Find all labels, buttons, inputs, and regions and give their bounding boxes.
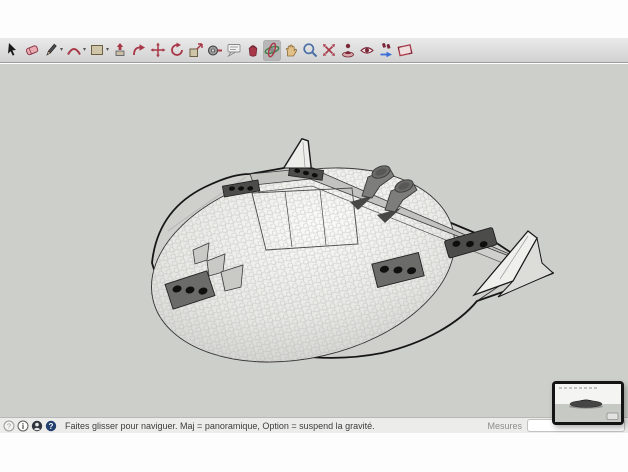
svg-text:?: ? [49, 421, 54, 430]
line-tool[interactable]: ▾ [42, 40, 64, 61]
preview-scene [555, 384, 621, 422]
toolbar: ▾ ▾ ▾ [0, 38, 628, 63]
look-around-tool[interactable] [358, 40, 376, 61]
paint-bucket-icon [245, 42, 261, 58]
eraser-tool[interactable] [23, 40, 41, 61]
position-camera-icon [340, 42, 356, 58]
window-top-area [0, 0, 628, 38]
flyout-caret-icon[interactable]: ▾ [83, 47, 86, 53]
preview-window[interactable] [552, 381, 624, 425]
text-tool[interactable] [225, 40, 243, 61]
saucer-model-drawing [151, 138, 554, 363]
attribution-icon[interactable]: i [17, 420, 29, 432]
zoom-extents-tool[interactable] [320, 40, 338, 61]
scale-icon [188, 42, 204, 58]
scale-tool[interactable] [187, 40, 205, 61]
pan-tool[interactable] [282, 40, 300, 61]
svg-text:?: ? [7, 421, 11, 430]
viewport[interactable] [0, 64, 628, 417]
preview-resize-button[interactable] [606, 412, 619, 420]
push-pull-icon [112, 42, 128, 58]
sketchup-window: ▾ ▾ ▾ ? i ? Faites glisser pour naviguer… [0, 0, 628, 472]
rotate-icon [169, 42, 185, 58]
tape-measure-icon [207, 42, 223, 58]
move-tool[interactable] [149, 40, 167, 61]
pencil-icon [43, 42, 59, 58]
flyout-caret-icon[interactable]: ▾ [106, 47, 109, 53]
rotate-tool[interactable] [168, 40, 186, 61]
orbit-icon [264, 42, 280, 58]
rectangle-icon [89, 42, 105, 58]
text-label-icon [226, 42, 242, 58]
select-tool[interactable] [4, 40, 22, 61]
svg-text:i: i [22, 421, 24, 430]
help-icon[interactable]: ? [45, 420, 57, 432]
window-bottom-area [0, 433, 628, 472]
tape-measure-tool[interactable] [206, 40, 224, 61]
flyout-caret-icon[interactable]: ▾ [60, 47, 63, 53]
select-icon [5, 42, 21, 58]
walk-icon [378, 42, 394, 58]
statusbar: ? i? Faites glisser pour naviguer. Maj = … [0, 417, 628, 433]
eraser-icon [24, 42, 40, 58]
look-around-icon [359, 42, 375, 58]
statusbar-hint: Faites glisser pour naviguer. Maj = pano… [65, 420, 375, 431]
fin-top-left [283, 138, 312, 169]
geolocation-icon[interactable]: ? [3, 420, 15, 432]
arc-icon [66, 42, 82, 58]
zoom-tool[interactable] [301, 40, 319, 61]
section-plane-tool[interactable] [396, 40, 414, 61]
zoom-icon [302, 42, 318, 58]
arc-tool[interactable]: ▾ [65, 40, 87, 61]
push-pull-tool[interactable] [111, 40, 129, 61]
paint-bucket-tool[interactable] [244, 40, 262, 61]
follow-me-icon [131, 42, 147, 58]
shapes-tool[interactable]: ▾ [88, 40, 110, 61]
orbit-tool[interactable] [263, 39, 282, 61]
section-plane-icon [397, 42, 413, 58]
follow-me-tool[interactable] [130, 40, 148, 61]
account-icon[interactable] [31, 420, 43, 432]
walk-tool[interactable] [377, 40, 395, 61]
pan-hand-icon [283, 42, 299, 58]
position-camera-tool[interactable] [339, 40, 357, 61]
move-icon [150, 42, 166, 58]
zoom-extents-icon [321, 42, 337, 58]
measurements-label: Mesures [487, 420, 522, 431]
